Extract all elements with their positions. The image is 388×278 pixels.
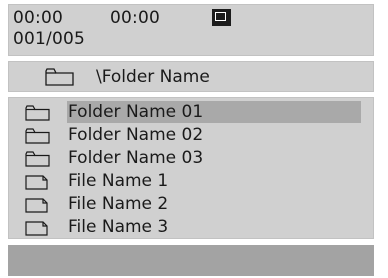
bottom-bar (8, 245, 374, 276)
total-time: 00:00 (110, 8, 160, 28)
status-panel: 00:00 00:00 001/005 (8, 4, 374, 56)
folder-icon (25, 151, 50, 167)
list-item-folder[interactable]: Folder Name 03 (9, 147, 373, 169)
list-item-label: File Name 1 (68, 171, 169, 191)
file-icon (25, 220, 50, 236)
list-item-file[interactable]: File Name 2 (9, 193, 373, 215)
elapsed-time: 00:00 (13, 8, 63, 28)
file-icon (25, 174, 50, 190)
folder-icon (25, 105, 50, 121)
file-icon (25, 197, 50, 213)
list-item-file[interactable]: File Name 1 (9, 170, 373, 192)
list-item-label: Folder Name 01 (67, 101, 361, 123)
folder-icon (25, 128, 50, 144)
list-item-file[interactable]: File Name 3 (9, 216, 373, 238)
folder-icon (45, 68, 74, 86)
list-item-folder[interactable]: Folder Name 02 (9, 124, 373, 146)
track-counter: 001/005 (13, 29, 86, 49)
list-item-label: File Name 2 (68, 194, 169, 214)
list-item-folder[interactable]: Folder Name 01 (9, 101, 373, 123)
stop-icon (212, 9, 231, 26)
current-path-bar: \Folder Name (8, 61, 374, 92)
media-browser-screen: 00:00 00:00 001/005 \Folder Name Folder … (0, 0, 388, 278)
current-folder-path: \Folder Name (96, 67, 210, 87)
list-item-label: File Name 3 (68, 217, 169, 237)
file-list: Folder Name 01 Folder Name 02 Folder Nam… (8, 97, 374, 239)
list-item-label: Folder Name 03 (68, 148, 204, 168)
list-item-label: Folder Name 02 (68, 125, 204, 145)
